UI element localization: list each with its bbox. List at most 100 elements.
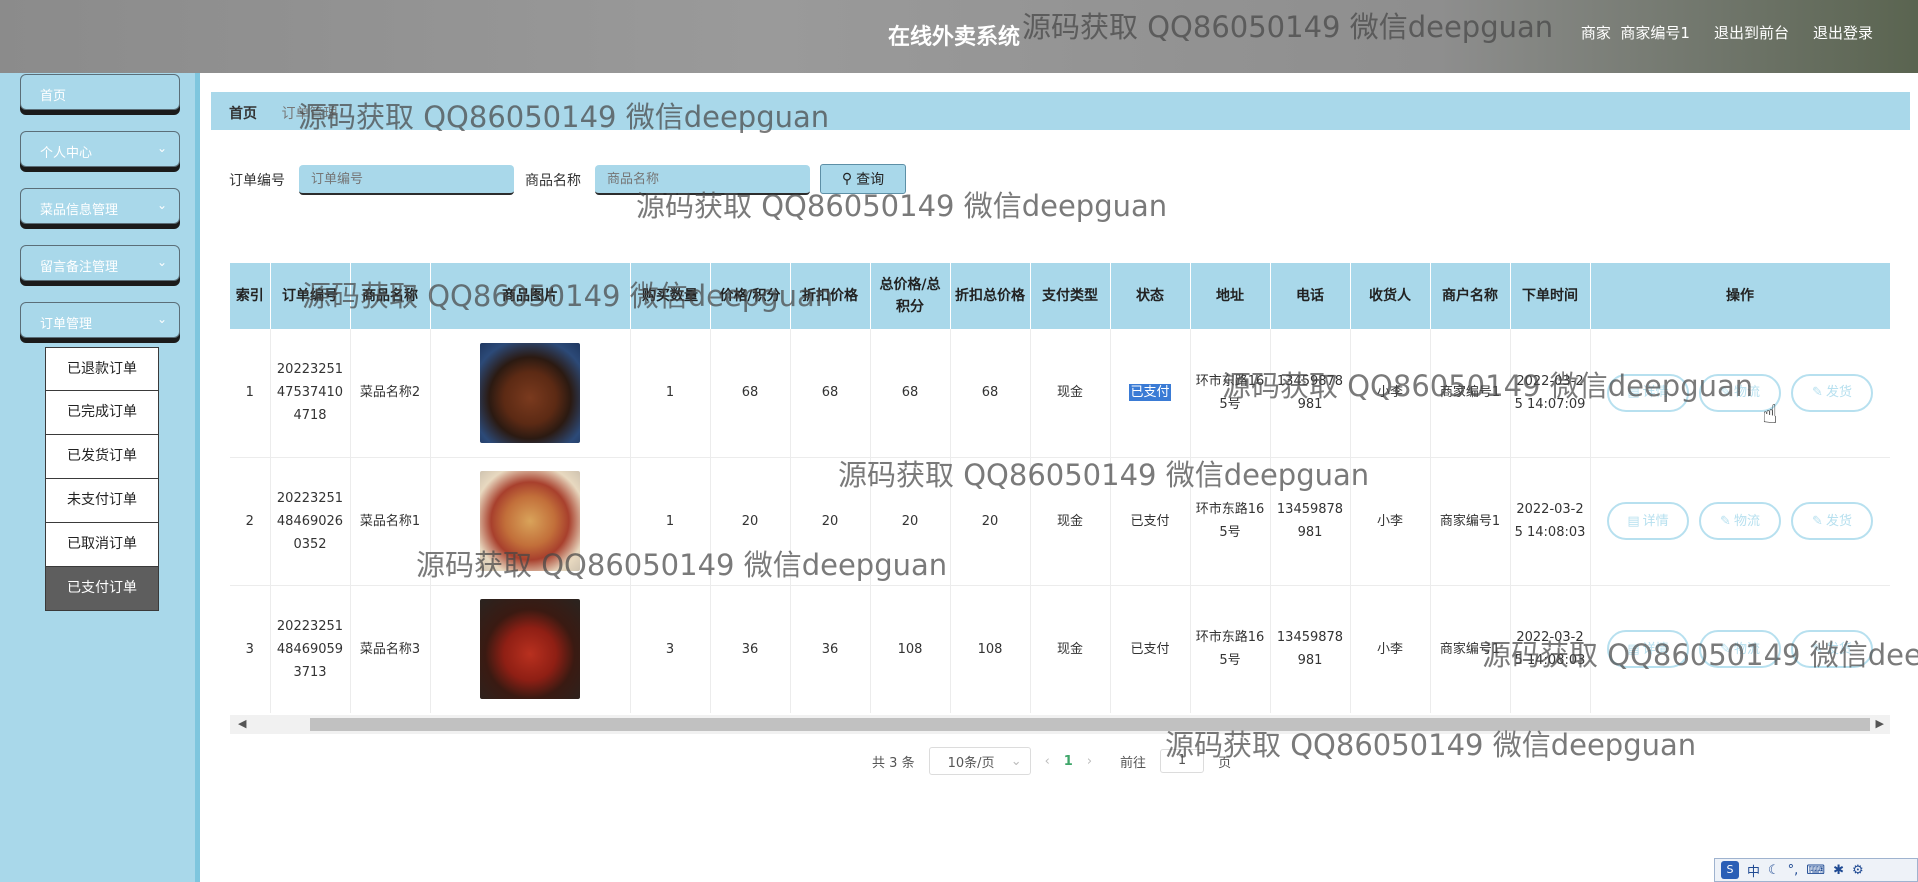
submenu-unpaid-orders[interactable]: 未支付订单 <box>45 479 159 523</box>
cell-order-time: 2022-03-25 14:07:09 <box>1510 329 1591 458</box>
total-prefix: 共 <box>872 755 886 771</box>
keyboard-icon[interactable]: ⌨ <box>1806 863 1825 878</box>
chevron-down-icon: ⌄ <box>1010 753 1022 769</box>
column-header: 下单时间 <box>1510 263 1591 329</box>
horizontal-scrollbar[interactable]: ◀ ▶ <box>230 715 1890 734</box>
submenu-cancelled-orders[interactable]: 已取消订单 <box>45 523 159 567</box>
detail-button[interactable]: ▤ 详情 <box>1607 502 1689 540</box>
sidebar-item-profile[interactable]: 个人中心 ⌄ <box>20 131 180 167</box>
scrollbar-thumb[interactable] <box>310 718 1870 731</box>
sidebar-item-label: 留言备注管理 <box>40 260 119 275</box>
cell-total: 68 <box>870 329 951 458</box>
column-header: 价格/积分 <box>710 263 791 329</box>
prev-page-icon[interactable]: ‹ <box>1045 754 1050 769</box>
ship-button[interactable]: ✎ 发货 <box>1791 373 1873 412</box>
query-button[interactable]: ⚲ 查询 <box>820 164 906 194</box>
sidebar-item-message-management[interactable]: 留言备注管理 ⌄ <box>20 245 180 281</box>
cell-status: 已支付 <box>1110 457 1191 586</box>
table-header-row: 索引 订单编号 商品名称 商品图片 购买数量 价格/积分 折扣价格 总价格/总积… <box>230 263 1890 329</box>
sidebar-item-label: 订单管理 <box>40 317 93 332</box>
cell-actions: ▤ 详情 ✎ 物流 ✎ 发货 <box>1590 457 1890 586</box>
breadcrumb: 首页 订单管理 <box>211 92 1910 130</box>
cell-price: 36 <box>710 585 791 713</box>
next-page-icon[interactable]: › <box>1087 754 1092 769</box>
cell-quantity: 1 <box>630 329 711 458</box>
sidebar-item-label: 个人中心 <box>40 146 93 161</box>
column-header: 电话 <box>1270 263 1351 329</box>
column-header: 订单编号 <box>270 263 351 329</box>
orders-table-container: 索引 订单编号 商品名称 商品图片 购买数量 价格/积分 折扣价格 总价格/总积… <box>230 263 1890 713</box>
product-name-input[interactable] <box>595 165 810 195</box>
order-number-label: 订单编号 <box>229 173 285 189</box>
status-text-selected: 已支付 <box>1129 384 1171 402</box>
ime-language[interactable]: 中 <box>1747 861 1760 880</box>
front-link[interactable]: 退出到前台 <box>1714 22 1789 43</box>
cell-order-number: 20223251484690260352 <box>270 457 351 586</box>
logistics-button-label: 物流 <box>1733 513 1760 529</box>
order-number-input[interactable] <box>299 165 514 195</box>
cell-merchant: 商家编号1 <box>1430 329 1511 458</box>
scroll-left-icon[interactable]: ◀ <box>238 717 246 730</box>
goto-prefix: 前往 <box>1120 755 1147 771</box>
table-row: 3 20223251484690593713 菜品名称3 3 36 36 108… <box>230 585 1890 713</box>
document-icon: ▤ <box>1627 385 1640 401</box>
chevron-down-icon: ⌄ <box>156 141 167 155</box>
cell-total: 20 <box>870 457 951 586</box>
cell-product-image <box>430 585 631 713</box>
ime-toolbar[interactable]: S 中 ☾ °, ⌨ ✱ ⚙ <box>1714 858 1918 882</box>
cell-product-image <box>430 329 631 458</box>
submenu-completed-orders[interactable]: 已完成订单 <box>45 391 159 435</box>
column-header: 操作 <box>1590 263 1890 329</box>
submenu-refunded-orders[interactable]: 已退款订单 <box>45 347 159 391</box>
detail-button[interactable]: ▤ 详情 <box>1607 630 1689 668</box>
breadcrumb-current: 订单管理 <box>281 106 338 122</box>
sidebar-item-label: 菜品信息管理 <box>40 203 119 218</box>
edit-icon: ✎ <box>1812 385 1823 401</box>
detail-button[interactable]: ▤ 详情 <box>1607 373 1689 412</box>
table-row: 2 20223251484690260352 菜品名称1 1 20 20 20 … <box>230 457 1890 586</box>
sidebar-item-home[interactable]: 首页 <box>20 74 180 110</box>
search-icon: ⚲ <box>841 171 853 187</box>
chevron-down-icon: ⌄ <box>156 198 167 212</box>
page-size-select[interactable]: 10条/页 ⌄ <box>928 747 1031 775</box>
tools-icon[interactable]: ✱ <box>1833 863 1844 878</box>
moon-icon[interactable]: ☾ <box>1768 863 1780 878</box>
edit-icon: ✎ <box>1812 641 1823 657</box>
scroll-right-icon[interactable]: ▶ <box>1876 717 1884 730</box>
cell-phone: 13459878981 <box>1270 585 1351 713</box>
search-bar: 订单编号 商品名称 ⚲ 查询 <box>229 164 906 196</box>
document-icon: ▤ <box>1627 513 1640 529</box>
cell-price: 20 <box>710 457 791 586</box>
breadcrumb-home[interactable]: 首页 <box>229 106 257 122</box>
punctuation-icon[interactable]: °, <box>1788 863 1799 878</box>
cell-discount-price: 20 <box>790 457 871 586</box>
total-suffix: 条 <box>901 755 915 771</box>
cell-discount-total: 108 <box>950 585 1031 713</box>
ship-button[interactable]: ✎ 发货 <box>1791 630 1873 668</box>
orders-table: 索引 订单编号 商品名称 商品图片 购买数量 价格/积分 折扣价格 总价格/总积… <box>230 263 1890 713</box>
sidebar-item-order-management[interactable]: 订单管理 ⌄ <box>20 302 180 338</box>
sidebar-divider <box>195 73 200 882</box>
dish-image <box>480 471 580 571</box>
logout-link[interactable]: 退出登录 <box>1813 22 1873 43</box>
logistics-button[interactable]: ✎ 物流 <box>1699 630 1781 668</box>
logistics-button[interactable]: ✎ 物流 <box>1699 502 1781 540</box>
submenu-shipped-orders[interactable]: 已发货订单 <box>45 435 159 479</box>
submenu-paid-orders[interactable]: 已支付订单 <box>45 567 159 611</box>
settings-icon[interactable]: ⚙ <box>1852 863 1864 878</box>
cell-index: 3 <box>230 585 271 713</box>
sidebar-item-dish-management[interactable]: 菜品信息管理 ⌄ <box>20 188 180 224</box>
top-header: 在线外卖系统 商家 商家编号1 退出到前台 退出登录 <box>0 0 1918 73</box>
goto-page-input[interactable]: 1 <box>1160 749 1205 773</box>
edit-icon: ✎ <box>1720 641 1731 657</box>
cell-discount-total: 68 <box>950 329 1031 458</box>
ship-button[interactable]: ✎ 发货 <box>1791 502 1873 540</box>
page-number-current[interactable]: 1 <box>1064 754 1073 769</box>
cell-price: 68 <box>710 329 791 458</box>
cell-order-number: 20223251475374104718 <box>270 329 351 458</box>
pagination: 共 3 条 10条/页 ⌄ ‹ 1 › 前往 1 页 <box>872 747 1231 775</box>
cell-order-time: 2022-03-25 14:08:03 <box>1510 457 1591 586</box>
column-header: 商品名称 <box>350 263 431 329</box>
column-header: 索引 <box>230 263 271 329</box>
table-row: 1 20223251475374104718 菜品名称2 1 68 68 68 … <box>230 329 1890 458</box>
